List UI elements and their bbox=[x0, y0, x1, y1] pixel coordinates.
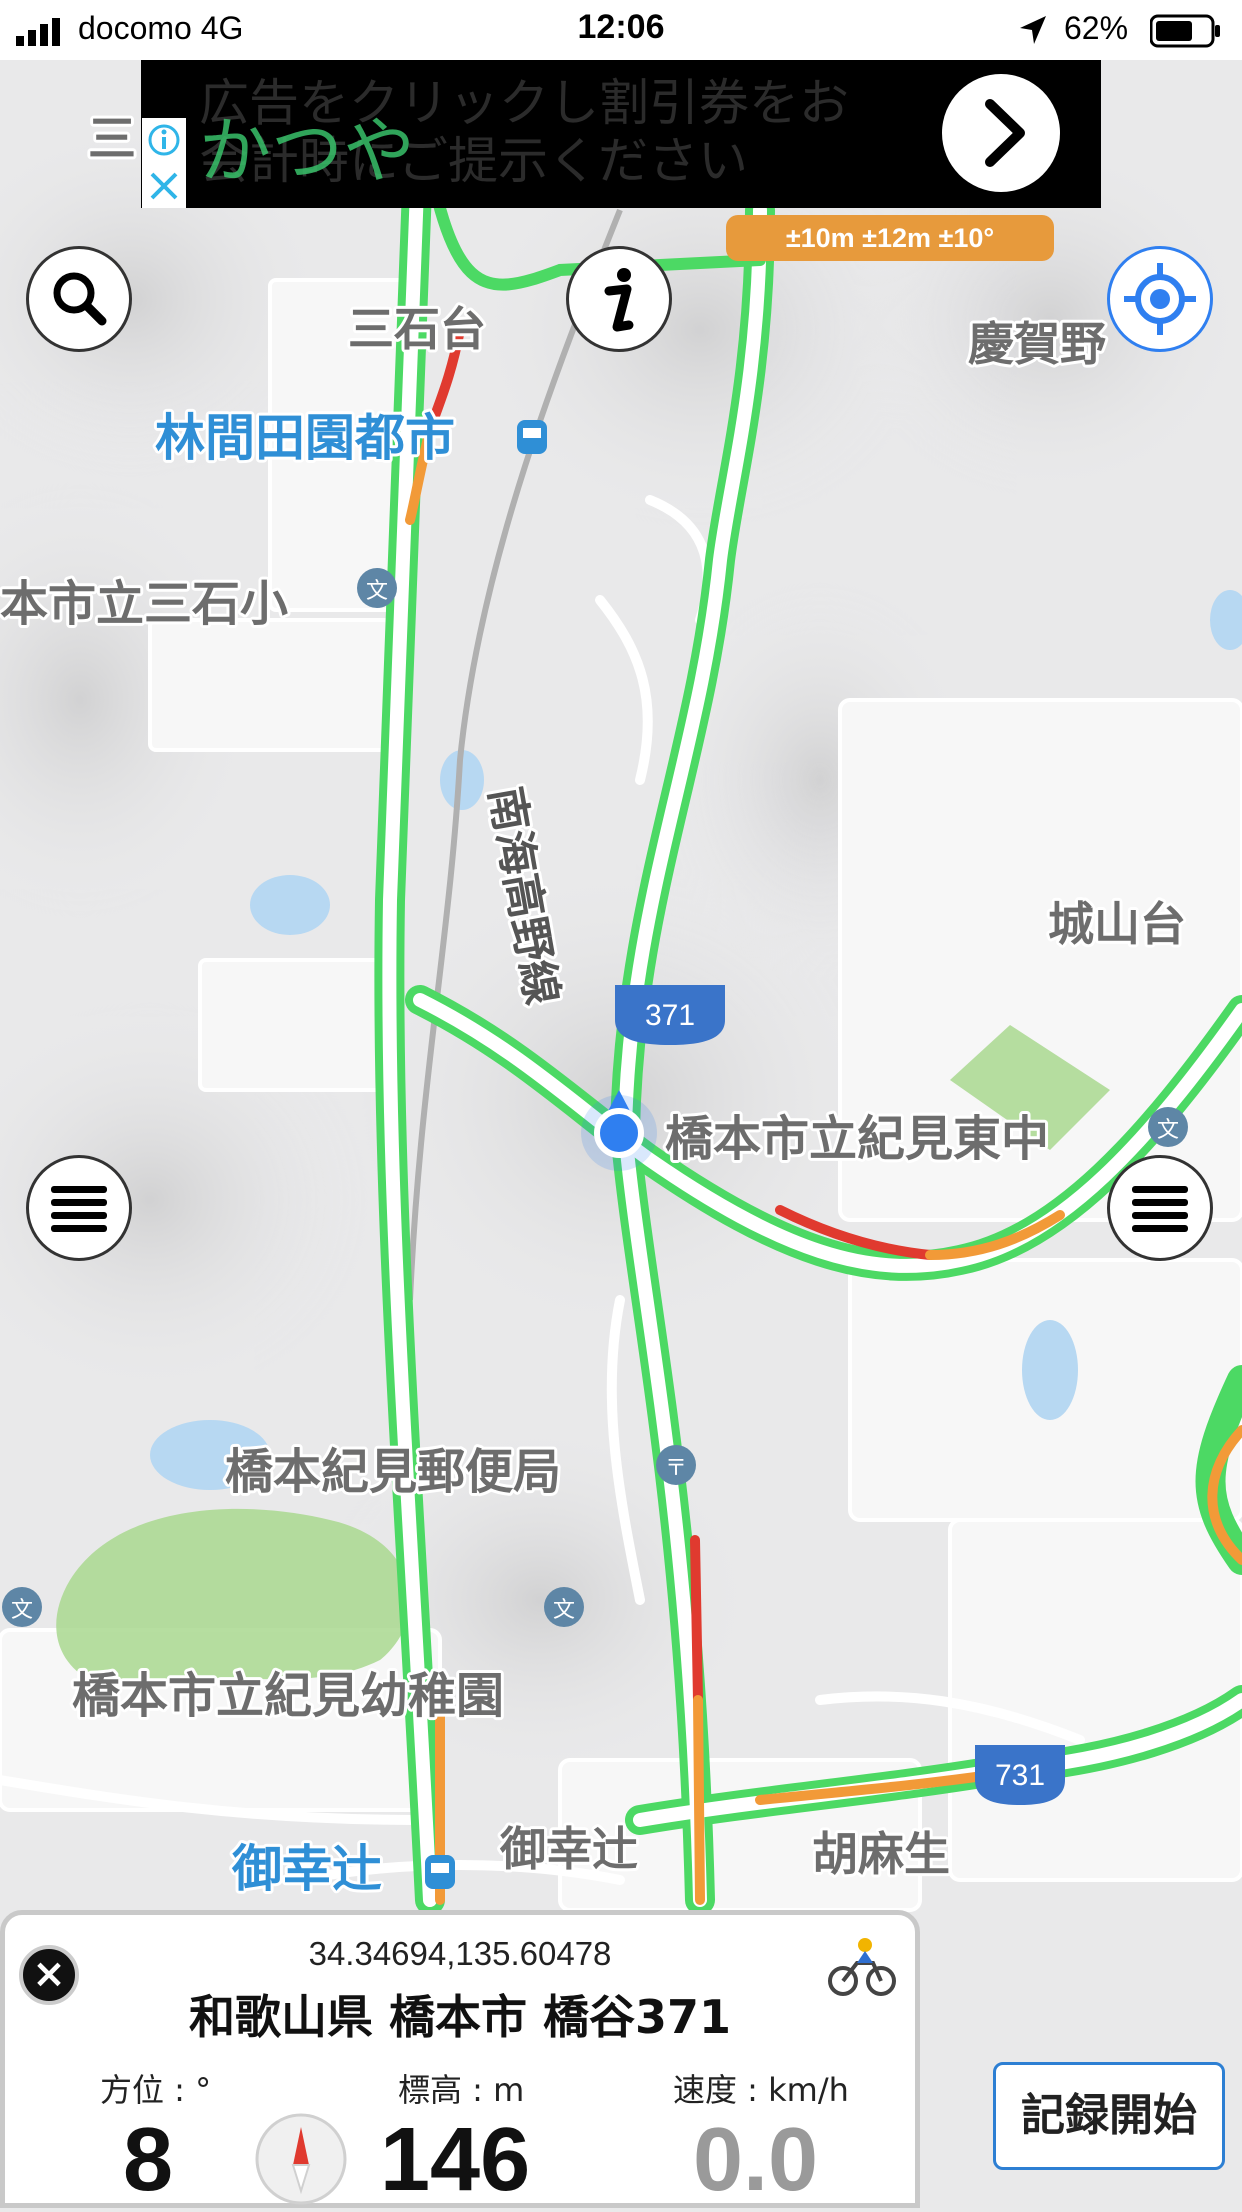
ad-banner[interactable]: 広告をクリックし割引券をお 会計時にご提示ください かつや bbox=[141, 60, 1101, 208]
school-icon[interactable]: 文 bbox=[2, 1587, 42, 1627]
ad-info-column bbox=[142, 118, 186, 208]
search-icon bbox=[53, 272, 107, 326]
post-office-icon[interactable]: 〒 bbox=[656, 1445, 696, 1485]
heading-value: 8 bbox=[123, 2110, 174, 2210]
location-info-panel: × 34.34694,135.60478 和歌山県 橋本市 橋谷371 方位 :… bbox=[0, 1910, 920, 2210]
svg-text:文: 文 bbox=[11, 1598, 33, 1623]
map-label-gomasyo: 胡麻生 bbox=[812, 1827, 950, 1881]
school-icon[interactable]: 文 bbox=[357, 568, 397, 608]
train-station-icon[interactable] bbox=[517, 420, 547, 454]
map-label-partial: 三 bbox=[88, 111, 136, 167]
train-station-icon[interactable] bbox=[425, 1855, 455, 1889]
clock: 12:06 bbox=[577, 8, 665, 46]
current-location-button[interactable] bbox=[1107, 246, 1213, 352]
map-label-miyukitsuji-station: 御幸辻 bbox=[231, 1840, 382, 1898]
map-label-keigano: 慶賀野 bbox=[968, 317, 1106, 371]
route-shield-731: 731 bbox=[975, 1745, 1065, 1805]
map-label-miyukitsuji: 御幸辻 bbox=[499, 1822, 638, 1876]
location-arrow-icon bbox=[1020, 16, 1046, 44]
elevation-label: 標高 : m bbox=[398, 2071, 525, 2109]
hamburger-menu-icon bbox=[51, 1186, 107, 1232]
map-label-shiroyamadai: 城山台 bbox=[1048, 897, 1186, 951]
compass-icon bbox=[255, 2113, 347, 2205]
school-icon[interactable]: 文 bbox=[1148, 1107, 1188, 1147]
search-button[interactable] bbox=[26, 246, 132, 352]
menu-button-right[interactable] bbox=[1107, 1155, 1213, 1261]
svg-text:文: 文 bbox=[553, 1598, 575, 1623]
info-button[interactable] bbox=[566, 246, 672, 352]
cyclist-icon[interactable] bbox=[827, 1935, 897, 1999]
menu-button-left[interactable] bbox=[26, 1155, 132, 1261]
chevron-right-icon bbox=[985, 99, 1025, 167]
map-label-school-kimi-east: 橋本市立紀見東中 bbox=[665, 1111, 1049, 1167]
route-shield-731-label: 731 bbox=[995, 1759, 1045, 1792]
info-icon bbox=[604, 268, 634, 332]
ad-chevron-right-button[interactable] bbox=[942, 74, 1060, 192]
map-label-mitsuishidai: 三石台 bbox=[348, 302, 486, 356]
route-shield-371-label: 371 bbox=[645, 999, 695, 1032]
map-label-post-office: 橋本紀見郵便局 bbox=[225, 1444, 561, 1500]
map-label-school-mitsuishi: 本市立三石小 bbox=[0, 576, 288, 632]
address: 和歌山県 橋本市 橋谷371 bbox=[188, 1990, 732, 2044]
route-shield-371: 371 bbox=[615, 985, 725, 1045]
svg-text:〒: 〒 bbox=[665, 1456, 687, 1481]
ad-info-icons bbox=[148, 124, 180, 200]
speed-value: 0.0 bbox=[693, 2110, 819, 2210]
battery-icon bbox=[1150, 14, 1220, 48]
hamburger-menu-icon bbox=[1132, 1186, 1188, 1232]
svg-text:文: 文 bbox=[366, 579, 388, 604]
info-icon[interactable] bbox=[148, 124, 180, 156]
heading-label: 方位 : ° bbox=[100, 2071, 212, 2109]
coordinates: 34.34694,135.60478 bbox=[308, 1935, 612, 1972]
school-icon[interactable]: 文 bbox=[544, 1587, 584, 1627]
map-label-rinkan: 林間田園都市 bbox=[155, 409, 455, 467]
speed-label: 速度 : km/h bbox=[673, 2071, 849, 2109]
start-recording-button[interactable]: 記録開始 bbox=[993, 2062, 1225, 2170]
battery-percent: 62% bbox=[1064, 10, 1129, 46]
svg-text:文: 文 bbox=[1157, 1118, 1179, 1143]
status-bar: docomo 4G 12:06 62% bbox=[0, 0, 1242, 60]
close-icon[interactable] bbox=[150, 172, 178, 200]
elevation-value: 146 bbox=[380, 2110, 531, 2210]
ad-brand: かつや bbox=[199, 109, 416, 193]
accuracy-badge: ±10m ±12m ±10° bbox=[726, 215, 1054, 261]
map-label-kindergarten: 橋本市立紀見幼稚園 bbox=[72, 1668, 504, 1724]
crosshair-icon bbox=[1124, 263, 1196, 335]
